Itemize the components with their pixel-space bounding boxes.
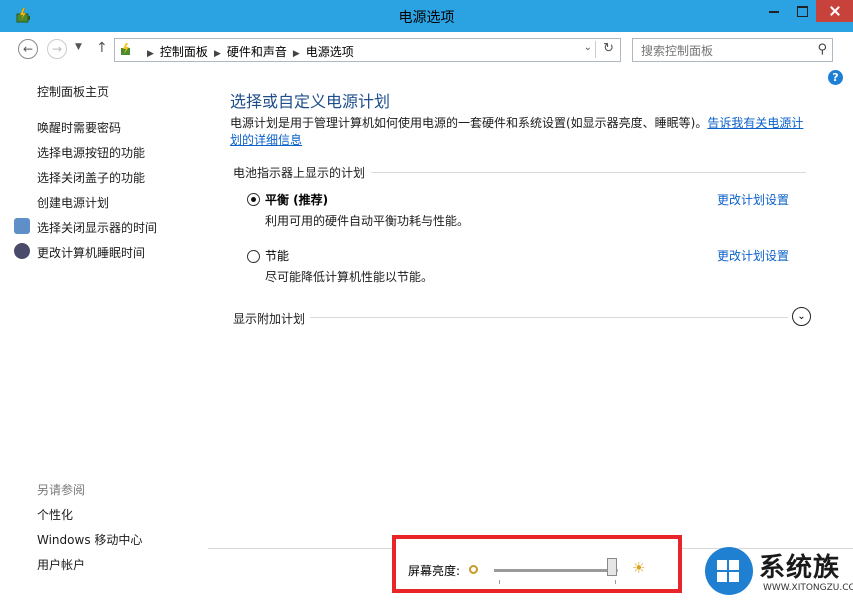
recent-locations-dropdown[interactable]: ▼ [75, 42, 82, 52]
watermark-url: WWW.XITONGZU.COM [763, 583, 853, 593]
brightness-slider-fill [494, 569, 612, 572]
search-icon[interactable]: ⚲ [817, 42, 827, 57]
sidebar-link-lid-close[interactable]: 选择关闭盖子的功能 [37, 169, 145, 186]
plan-balanced-name[interactable]: 平衡 (推荐) [265, 191, 328, 208]
expand-chevron-icon[interactable]: ⌄ [792, 307, 811, 326]
sidebar-link-wake-password[interactable]: 唤醒时需要密码 [37, 119, 121, 136]
sleep-icon [14, 243, 30, 259]
sidebar-link-create-plan[interactable]: 创建电源计划 [37, 194, 109, 211]
sidebar-link-user-accounts[interactable]: 用户帐户 [37, 556, 85, 573]
breadcrumb-power-options[interactable]: 电源选项 [306, 45, 354, 59]
address-divider [595, 41, 596, 58]
window-title: 电源选项 [398, 10, 455, 26]
sidebar-link-mobility-center[interactable]: Windows 移动中心 [37, 531, 142, 548]
brightness-panel: 屏幕亮度: ☀ [392, 535, 682, 593]
see-also-heading: 另请参阅 [37, 483, 86, 497]
plan-saver-description: 尽可能降低计算机性能以节能。 [265, 270, 434, 284]
minimize-button[interactable] [760, 0, 788, 22]
search-box[interactable]: ⚲ [632, 38, 833, 62]
refresh-icon[interactable]: ↻ [603, 41, 614, 56]
windows-logo-icon [717, 560, 739, 582]
back-button[interactable]: ← [18, 39, 38, 59]
address-bar[interactable]: ▶ 控制面板 ▶ 硬件和声音 ▶ 电源选项 ⌄ ↻ [114, 38, 621, 62]
bright-sun-icon: ☀ [632, 559, 646, 577]
sidebar: 控制面板主页 唤醒时需要密码 选择电源按钮的功能 选择关闭盖子的功能 创建电源计… [0, 64, 210, 600]
group-divider [370, 172, 806, 173]
plan-balanced-description: 利用可用的硬件自动平衡功耗与性能。 [265, 214, 470, 228]
page-title: 选择或自定义电源计划 [230, 92, 391, 111]
display-off-icon [14, 218, 30, 234]
description-text: 电源计划是用于管理计算机如何使用电源的一套硬件和系统设置(如显示器亮度、睡眠等)… [230, 116, 708, 130]
page-description: 电源计划是用于管理计算机如何使用电源的一套硬件和系统设置(如显示器亮度、睡眠等)… [230, 115, 808, 149]
dim-brightness-icon [469, 565, 478, 574]
breadcrumb: ▶ 控制面板 ▶ 硬件和声音 ▶ 电源选项 [141, 43, 354, 60]
plan-saver-name[interactable]: 节能 [265, 247, 289, 264]
sidebar-link-personalization[interactable]: 个性化 [37, 506, 73, 523]
navigation-bar: ← → ▼ ↑ ▶ 控制面板 ▶ 硬件和声音 ▶ 电源选项 ⌄ ↻ ⚲ [0, 32, 853, 64]
power-options-icon [121, 43, 130, 55]
help-icon[interactable]: ? [828, 70, 843, 85]
plans-group-label: 电池指示器上显示的计划 [233, 164, 372, 181]
address-dropdown-icon[interactable]: ⌄ [584, 42, 592, 53]
plan-saver-settings-link[interactable]: 更改计划设置 [717, 247, 789, 264]
plan-saver-radio[interactable] [247, 250, 260, 263]
plan-balanced-radio[interactable] [247, 193, 260, 206]
maximize-button[interactable] [788, 0, 816, 22]
brightness-label: 屏幕亮度: [408, 564, 461, 578]
watermark-text: 系统族 [759, 553, 841, 583]
brightness-slider-thumb[interactable] [606, 558, 617, 576]
search-input[interactable] [639, 41, 803, 60]
slider-tick [499, 580, 500, 584]
sidebar-link-home[interactable]: 控制面板主页 [37, 83, 109, 100]
close-button[interactable] [816, 0, 853, 22]
slider-tick [615, 580, 616, 584]
sidebar-link-sleep-time[interactable]: 更改计算机睡眠时间 [37, 244, 145, 261]
breadcrumb-separator-icon[interactable]: ▶ [214, 49, 221, 59]
breadcrumb-hardware-sound[interactable]: 硬件和声音 [227, 45, 287, 59]
sidebar-link-power-button[interactable]: 选择电源按钮的功能 [37, 144, 145, 161]
title-bar: 电源选项 [0, 0, 853, 32]
additional-plans-divider [310, 317, 788, 318]
up-button[interactable]: ↑ [96, 40, 108, 56]
watermark-logo: 系统族 WWW.XITONGZU.COM [703, 543, 853, 600]
breadcrumb-separator-icon[interactable]: ▶ [147, 49, 154, 59]
sidebar-link-display-off[interactable]: 选择关闭显示器的时间 [37, 219, 157, 236]
breadcrumb-separator-icon[interactable]: ▶ [293, 49, 300, 59]
plan-balanced-settings-link[interactable]: 更改计划设置 [717, 191, 789, 208]
breadcrumb-control-panel[interactable]: 控制面板 [160, 45, 208, 59]
forward-button[interactable]: → [47, 39, 67, 59]
additional-plans-label[interactable]: 显示附加计划 [233, 310, 305, 327]
